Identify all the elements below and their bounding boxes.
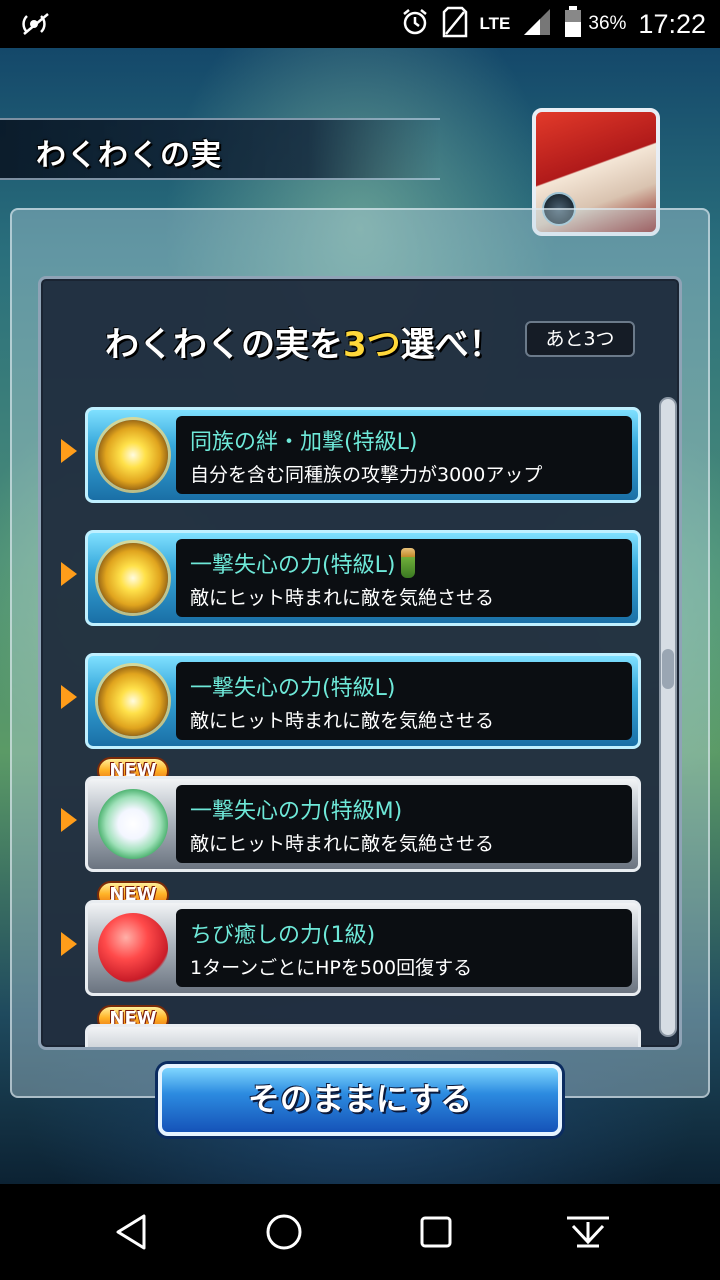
fruit-description: 敵にヒット時まれに敵を気絶させる	[190, 710, 495, 732]
scrollbar[interactable]	[659, 397, 677, 1037]
page-title: わくわくの実	[36, 138, 222, 173]
battery-percent: 36%	[588, 13, 627, 34]
fruit-row-5[interactable]: ちび癒しの力(1級) 1ターンごとにHPを500回復する	[85, 900, 641, 996]
lotus-fruit-icon	[98, 789, 168, 859]
fruit-name-text: 一撃失心の力(特級L)	[190, 553, 396, 578]
battery-icon	[564, 6, 582, 42]
fruit-row-6[interactable]	[85, 1024, 641, 1047]
fruit-name: 一撃失心の力(特級M)	[190, 799, 403, 824]
keep-as-is-button[interactable]: そのままにする	[158, 1064, 562, 1136]
lte-label: LTE	[479, 14, 511, 33]
alarm-icon	[400, 7, 430, 41]
fruit-row-4[interactable]: 一撃失心の力(特級M) 敵にヒット時まれに敵を気絶させる	[85, 776, 641, 872]
navigation-bar	[0, 1184, 720, 1280]
fruit-name: 同族の絆・加撃(特級L)	[190, 430, 418, 455]
pointer-arrow-icon	[61, 439, 77, 463]
clock: 17:22	[638, 8, 706, 39]
fruit-list: 同族の絆・加撃(特級L) 自分を含む同種族の攻撃力が3000アップ 一撃失心の力…	[41, 279, 679, 1047]
title-banner: わくわくの実	[0, 118, 440, 180]
golden-sun-fruit-icon	[98, 543, 168, 613]
game-screen: わくわくの実 わくわくの実を3つ選べ！ あと3つ 同族の絆・加撃(特級L) 自分…	[0, 48, 720, 1184]
fruit-name: ちび癒しの力(1級)	[190, 923, 376, 948]
fruit-row-3[interactable]: 一撃失心の力(特級L) 敵にヒット時まれに敵を気絶させる	[85, 653, 641, 749]
golden-sun-fruit-icon	[98, 420, 168, 490]
fruit-name: 一撃失心の力(特級L)	[190, 547, 416, 579]
recents-square-icon[interactable]	[386, 1184, 486, 1280]
golden-sun-fruit-icon	[98, 666, 168, 736]
scroll-thumb[interactable]	[662, 649, 674, 689]
fruit-row-2[interactable]: 一撃失心の力(特級L) 敵にヒット時まれに敵を気絶させる	[85, 530, 641, 626]
pointer-arrow-icon	[61, 932, 77, 956]
bottle-icon	[401, 548, 416, 578]
status-bar: LTE 36% 17:22	[0, 0, 720, 48]
signal-broadcast-icon	[22, 10, 52, 38]
sim-icon	[442, 6, 468, 42]
keyboard-hide-icon[interactable]	[538, 1184, 638, 1280]
fruit-row-1[interactable]: 同族の絆・加撃(特級L) 自分を含む同種族の攻撃力が3000アップ	[85, 407, 641, 503]
red-apple-fruit-icon	[98, 913, 168, 983]
fruit-description: 1ターンごとにHPを500回復する	[190, 957, 473, 979]
pointer-arrow-icon	[61, 685, 77, 709]
fruit-description: 敵にヒット時まれに敵を気絶させる	[190, 833, 495, 855]
lte-signal-icon	[522, 7, 552, 41]
pointer-arrow-icon	[61, 808, 77, 832]
fruit-description: 敵にヒット時まれに敵を気絶させる	[190, 587, 495, 609]
pointer-arrow-icon	[61, 562, 77, 586]
fruit-name: 一撃失心の力(特級L)	[190, 676, 396, 701]
home-circle-icon[interactable]	[234, 1184, 334, 1280]
back-triangle-icon[interactable]	[82, 1184, 182, 1280]
fruit-selection-panel: わくわくの実を3つ選べ！ あと3つ 同族の絆・加撃(特級L) 自分を含む同種族の…	[38, 276, 682, 1050]
fruit-description: 自分を含む同種族の攻撃力が3000アップ	[190, 464, 543, 486]
